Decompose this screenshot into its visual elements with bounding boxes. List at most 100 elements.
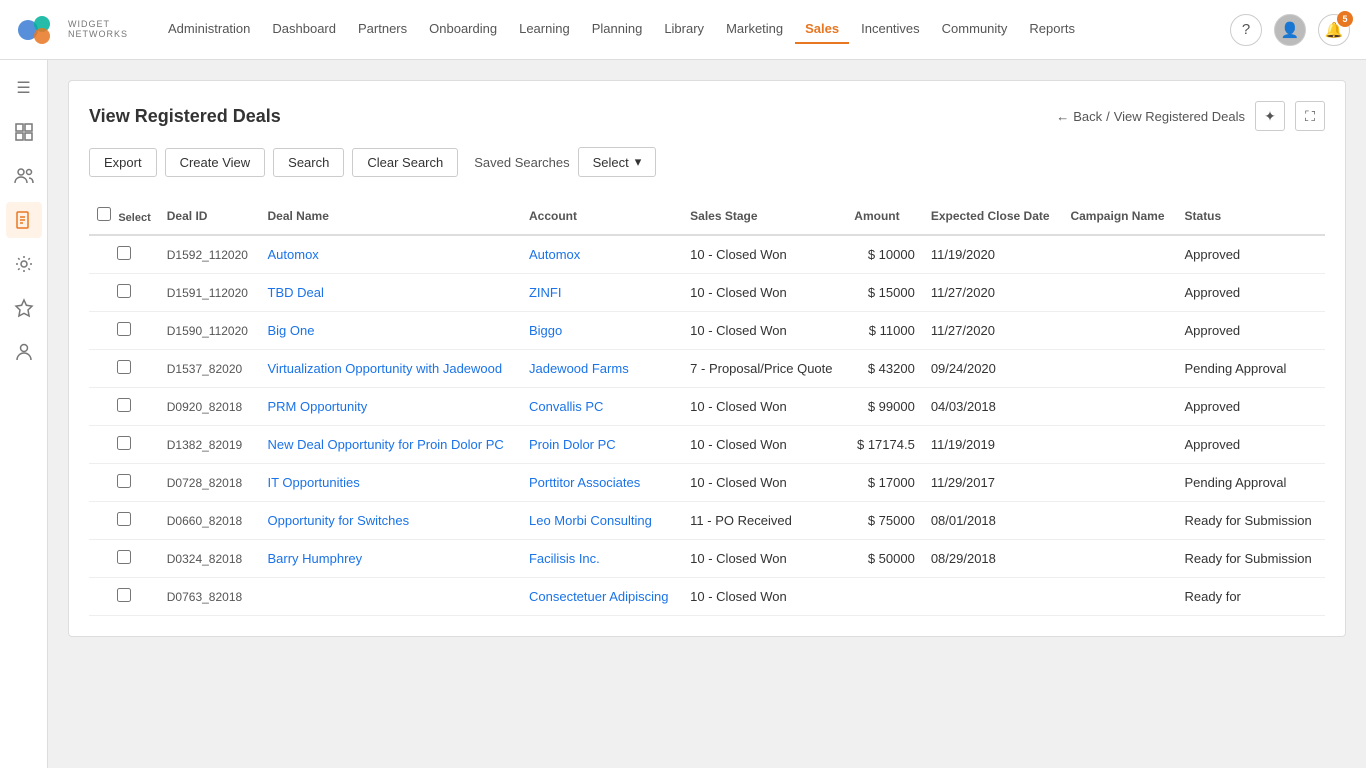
row-deal-id: D0763_82018 <box>159 578 260 616</box>
sidebar-gear-icon[interactable] <box>6 246 42 282</box>
clear-search-button[interactable]: Clear Search <box>352 148 458 177</box>
create-view-button[interactable]: Create View <box>165 148 266 177</box>
nav-reports[interactable]: Reports <box>1019 15 1085 44</box>
row-deal-id: D0728_82018 <box>159 464 260 502</box>
row-checkbox-4[interactable] <box>117 398 131 412</box>
row-deal-id: D1382_82019 <box>159 426 260 464</box>
notification-badge: 5 <box>1337 11 1353 27</box>
row-deal-name: New Deal Opportunity for Proin Dolor PC <box>260 426 521 464</box>
sidebar-person-icon[interactable] <box>6 334 42 370</box>
sidebar-box-icon[interactable] <box>6 114 42 150</box>
row-checkbox-1[interactable] <box>117 284 131 298</box>
row-deal-name <box>260 578 521 616</box>
row-status: Pending Approval <box>1177 350 1325 388</box>
nav-partners[interactable]: Partners <box>348 15 417 44</box>
row-sales-stage: 10 - Closed Won <box>682 235 846 274</box>
table-row: D1591_112020 TBD Deal ZINFI 10 - Closed … <box>89 274 1325 312</box>
row-amount <box>846 578 923 616</box>
account-link[interactable]: Porttitor Associates <box>529 475 640 490</box>
nav-planning[interactable]: Planning <box>582 15 653 44</box>
row-checkbox-6[interactable] <box>117 474 131 488</box>
header-deal-name: Deal Name <box>260 197 521 235</box>
row-status: Ready for <box>1177 578 1325 616</box>
select-all-checkbox[interactable] <box>97 207 111 221</box>
row-sales-stage: 10 - Closed Won <box>682 426 846 464</box>
export-button[interactable]: Export <box>89 148 157 177</box>
deal-name-link[interactable]: Opportunity for Switches <box>268 513 410 528</box>
nav-dashboard[interactable]: Dashboard <box>262 15 346 44</box>
row-sales-stage: 10 - Closed Won <box>682 312 846 350</box>
nav-onboarding[interactable]: Onboarding <box>419 15 507 44</box>
notifications-button[interactable]: 🔔 5 <box>1318 14 1350 46</box>
deal-name-link[interactable]: TBD Deal <box>268 285 324 300</box>
row-checkbox-3[interactable] <box>117 360 131 374</box>
expand-button[interactable]: ⛶ <box>1295 101 1325 131</box>
user-avatar[interactable]: 👤 <box>1274 14 1306 46</box>
row-campaign-name <box>1062 464 1176 502</box>
deal-name-link[interactable]: Automox <box>268 247 319 262</box>
deal-name-link[interactable]: Barry Humphrey <box>268 551 363 566</box>
nav-library[interactable]: Library <box>654 15 714 44</box>
nav-community[interactable]: Community <box>932 15 1018 44</box>
row-account: Convallis PC <box>521 388 682 426</box>
row-status: Approved <box>1177 312 1325 350</box>
sidebar-document-icon[interactable] <box>6 202 42 238</box>
row-sales-stage: 11 - PO Received <box>682 502 846 540</box>
row-account: Automox <box>521 235 682 274</box>
nav-marketing[interactable]: Marketing <box>716 15 793 44</box>
row-close-date: 11/19/2019 <box>923 426 1063 464</box>
page-title: View Registered Deals <box>89 106 281 127</box>
deal-name-link[interactable]: New Deal Opportunity for Proin Dolor PC <box>268 437 504 452</box>
row-amount: $ 43200 <box>846 350 923 388</box>
deal-name-link[interactable]: Big One <box>268 323 315 338</box>
nav-incentives[interactable]: Incentives <box>851 15 930 44</box>
deals-table: Select Deal ID Deal Name Account Sales S… <box>89 197 1325 616</box>
deal-name-link[interactable]: PRM Opportunity <box>268 399 368 414</box>
account-link[interactable]: ZINFI <box>529 285 562 300</box>
row-checkbox-8[interactable] <box>117 550 131 564</box>
row-checkbox-5[interactable] <box>117 436 131 450</box>
row-select-cell <box>89 426 159 464</box>
row-checkbox-7[interactable] <box>117 512 131 526</box>
nav-sales[interactable]: Sales <box>795 15 849 44</box>
pin-button[interactable]: ✦ <box>1255 101 1285 131</box>
row-deal-id: D1590_112020 <box>159 312 260 350</box>
sidebar-star-icon[interactable] <box>6 290 42 326</box>
row-close-date: 09/24/2020 <box>923 350 1063 388</box>
deal-name-link[interactable]: IT Opportunities <box>268 475 360 490</box>
header-select: Select <box>89 197 159 235</box>
search-button[interactable]: Search <box>273 148 344 177</box>
deal-name-link[interactable]: Virtualization Opportunity with Jadewood <box>268 361 503 376</box>
nav-learning[interactable]: Learning <box>509 15 580 44</box>
row-deal-name: Big One <box>260 312 521 350</box>
row-checkbox-0[interactable] <box>117 246 131 260</box>
row-account: Facilisis Inc. <box>521 540 682 578</box>
account-link[interactable]: Automox <box>529 247 580 262</box>
logo[interactable]: WIDGET NETWORKS <box>16 12 128 48</box>
account-link[interactable]: Convallis PC <box>529 399 603 414</box>
account-link[interactable]: Facilisis Inc. <box>529 551 600 566</box>
sidebar-menu-icon[interactable]: ☰ <box>6 70 42 106</box>
row-account: Consectetuer Adipiscing <box>521 578 682 616</box>
account-link[interactable]: Biggo <box>529 323 562 338</box>
account-link[interactable]: Jadewood Farms <box>529 361 629 376</box>
row-campaign-name <box>1062 274 1176 312</box>
row-campaign-name <box>1062 388 1176 426</box>
select-dropdown[interactable]: Select ▾ <box>578 147 657 177</box>
header-status: Status <box>1177 197 1325 235</box>
account-link[interactable]: Proin Dolor PC <box>529 437 616 452</box>
nav-administration[interactable]: Administration <box>158 15 260 44</box>
account-link[interactable]: Leo Morbi Consulting <box>529 513 652 528</box>
account-link[interactable]: Consectetuer Adipiscing <box>529 589 668 604</box>
row-checkbox-2[interactable] <box>117 322 131 336</box>
row-deal-name: Opportunity for Switches <box>260 502 521 540</box>
row-checkbox-9[interactable] <box>117 588 131 602</box>
row-select-cell <box>89 388 159 426</box>
help-button[interactable]: ? <box>1230 14 1262 46</box>
row-account: Jadewood Farms <box>521 350 682 388</box>
chevron-down-icon: ▾ <box>635 154 642 170</box>
sidebar-users-icon[interactable] <box>6 158 42 194</box>
breadcrumb-back: Back <box>1073 109 1102 124</box>
header-sales-stage: Sales Stage <box>682 197 846 235</box>
row-campaign-name <box>1062 578 1176 616</box>
